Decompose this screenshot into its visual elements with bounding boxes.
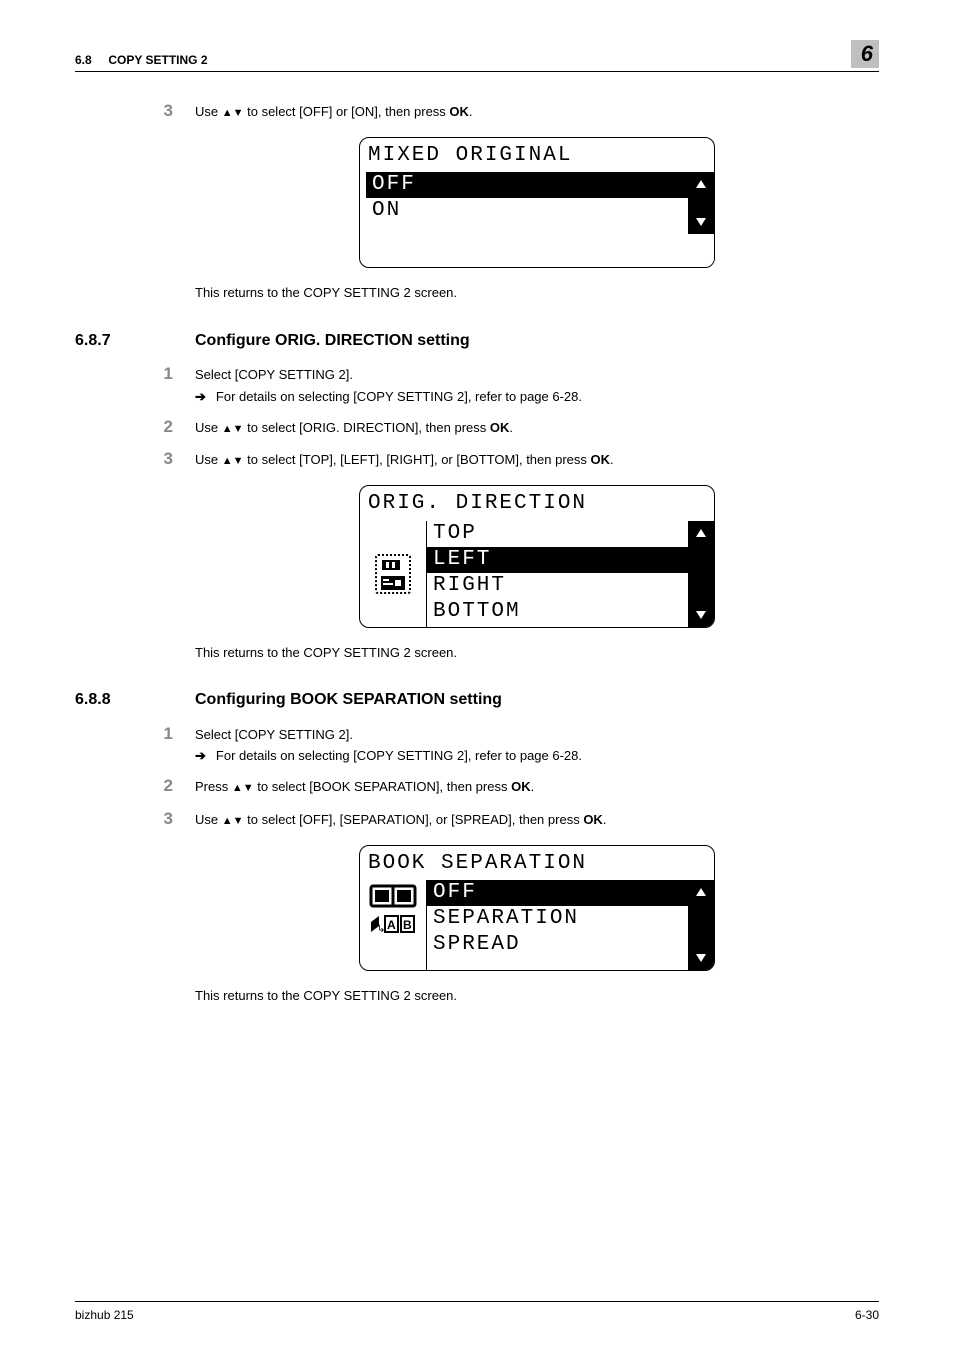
step-row: 1 Select [COPY SETTING 2]. For details o…: [157, 723, 879, 765]
step-sub: For details on selecting [COPY SETTING 2…: [195, 747, 582, 765]
up-down-arrows-icon: ▲▼: [222, 423, 244, 435]
page: 6.8 COPY SETTING 2 6 3 Use ▲▼ to select …: [0, 0, 954, 1351]
step-row: 3 Use ▲▼ to select [OFF], [SEPARATION], …: [157, 808, 879, 831]
step-text: Press ▲▼ to select [BOOK SEPARATION], th…: [195, 778, 534, 796]
svg-text:B: B: [403, 918, 414, 932]
lcd-body: OFF ON: [360, 172, 714, 267]
section-688-heading: 6.8.8 Configuring BOOK SEPARATION settin…: [75, 689, 879, 711]
scroll-up-button[interactable]: [688, 880, 714, 904]
scroll-track-bottom: [688, 234, 714, 267]
lcd-scrollbar: [688, 172, 714, 267]
section-687-heading: 6.8.7 Configure ORIG. DIRECTION setting: [75, 330, 879, 352]
book-pages-icon: ↳ A B: [369, 914, 417, 936]
step-number: 3: [157, 448, 173, 471]
lcd-option-top[interactable]: TOP: [427, 521, 688, 547]
lcd-title: MIXED ORIGINAL: [360, 138, 714, 172]
book-icon: [369, 882, 417, 910]
step-number: 3: [157, 808, 173, 831]
up-down-arrows-icon: ▲▼: [232, 782, 254, 794]
chapter-number: 6: [861, 39, 873, 69]
header-title: COPY SETTING 2: [108, 53, 207, 67]
return-text: This returns to the COPY SETTING 2 scree…: [195, 284, 879, 302]
body: 3 Use ▲▼ to select [OFF] or [ON], then p…: [195, 100, 879, 1005]
step-text: Select [COPY SETTING 2].: [195, 726, 582, 744]
up-down-arrows-icon: ▲▼: [222, 455, 244, 467]
section-title: Configure ORIG. DIRECTION setting: [195, 330, 470, 352]
return-text: This returns to the COPY SETTING 2 scree…: [195, 987, 879, 1005]
scroll-track: [688, 545, 714, 603]
header-number: 6.8: [75, 53, 92, 67]
lcd-options: TOP LEFT RIGHT BOTTOM: [426, 521, 688, 627]
lcd-body: TOP LEFT RIGHT BOTTOM: [360, 521, 714, 627]
lcd-option-separation[interactable]: SEPARATION: [427, 906, 688, 932]
step-text: Use ▲▼ to select [OFF], [SEPARATION], or…: [195, 811, 606, 829]
lcd-option-off[interactable]: OFF: [427, 880, 688, 906]
lcd-title: ORIG. DIRECTION: [360, 486, 714, 520]
header-section: 6.8 COPY SETTING 2: [75, 52, 208, 68]
scroll-track: [688, 904, 714, 946]
lcd-option-on[interactable]: ON: [366, 198, 688, 224]
lcd-icon-area: ↳ A B: [360, 880, 426, 970]
scroll-down-button[interactable]: [688, 603, 714, 627]
step-sub-text: For details on selecting [COPY SETTING 2…: [195, 388, 582, 406]
page-header: 6.8 COPY SETTING 2 6: [75, 40, 879, 72]
lcd-option-right[interactable]: RIGHT: [427, 573, 688, 599]
step-row: 2 Press ▲▼ to select [BOOK SEPARATION], …: [157, 775, 879, 798]
lcd-options: OFF SEPARATION SPREAD: [426, 880, 688, 970]
scroll-up-button[interactable]: [688, 521, 714, 545]
step-row: 1 Select [COPY SETTING 2]. For details o…: [157, 363, 879, 405]
lcd-mixed-original: MIXED ORIGINAL OFF ON: [359, 137, 715, 268]
footer-right: 6-30: [855, 1307, 879, 1323]
lcd-book-separation: BOOK SEPARATION ↳ A B: [359, 845, 715, 971]
direction-icon: [373, 552, 413, 596]
scroll-down-button[interactable]: [688, 210, 714, 234]
section-number: 6.8.8: [75, 689, 140, 711]
lcd-icon-area: [360, 521, 426, 627]
section-number: 6.8.7: [75, 330, 140, 352]
lcd-option-left[interactable]: LEFT: [427, 547, 688, 573]
lcd-option-bottom[interactable]: BOTTOM: [427, 599, 688, 625]
lcd-body: ↳ A B OFF SEPARATION SPREAD: [360, 880, 714, 970]
lcd-option-off[interactable]: OFF: [366, 172, 688, 198]
step-number: 1: [157, 723, 173, 746]
step-sub-text: For details on selecting [COPY SETTING 2…: [195, 747, 582, 765]
return-text: This returns to the COPY SETTING 2 scree…: [195, 644, 879, 662]
lcd-scrollbar: [688, 880, 714, 970]
step-sub: For details on selecting [COPY SETTING 2…: [195, 388, 582, 406]
lcd-orig-direction: ORIG. DIRECTION TOP: [359, 485, 715, 627]
step-text: Use ▲▼ to select [ORIG. DIRECTION], then…: [195, 419, 513, 437]
step-number: 3: [157, 100, 173, 123]
scroll-down-button[interactable]: [688, 946, 714, 970]
section-title: Configuring BOOK SEPARATION setting: [195, 689, 502, 711]
step-text: Use ▲▼ to select [OFF] or [ON], then pre…: [195, 103, 473, 121]
chapter-badge: 6: [851, 40, 879, 68]
page-footer: bizhub 215 6-30: [75, 1301, 879, 1323]
step-body: Select [COPY SETTING 2]. For details on …: [195, 726, 582, 765]
step-text: Select [COPY SETTING 2].: [195, 366, 582, 384]
scroll-track: [688, 196, 714, 210]
step-row: 3 Use ▲▼ to select [OFF] or [ON], then p…: [157, 100, 879, 123]
step-body: Select [COPY SETTING 2]. For details on …: [195, 366, 582, 405]
scroll-up-button[interactable]: [688, 172, 714, 196]
svg-text:A: A: [387, 918, 398, 932]
up-down-arrows-icon: ▲▼: [222, 815, 244, 827]
step-number: 1: [157, 363, 173, 386]
step-text: Use ▲▼ to select [TOP], [LEFT], [RIGHT],…: [195, 451, 614, 469]
step-row: 3 Use ▲▼ to select [TOP], [LEFT], [RIGHT…: [157, 448, 879, 471]
lcd-scrollbar: [688, 521, 714, 627]
up-down-arrows-icon: ▲▼: [222, 107, 244, 119]
lcd-option-spread[interactable]: SPREAD: [427, 932, 688, 958]
step-number: 2: [157, 416, 173, 439]
step-number: 2: [157, 775, 173, 798]
lcd-options: OFF ON: [360, 172, 688, 267]
lcd-title: BOOK SEPARATION: [360, 846, 714, 880]
footer-left: bizhub 215: [75, 1307, 134, 1323]
step-row: 2 Use ▲▼ to select [ORIG. DIRECTION], th…: [157, 416, 879, 439]
